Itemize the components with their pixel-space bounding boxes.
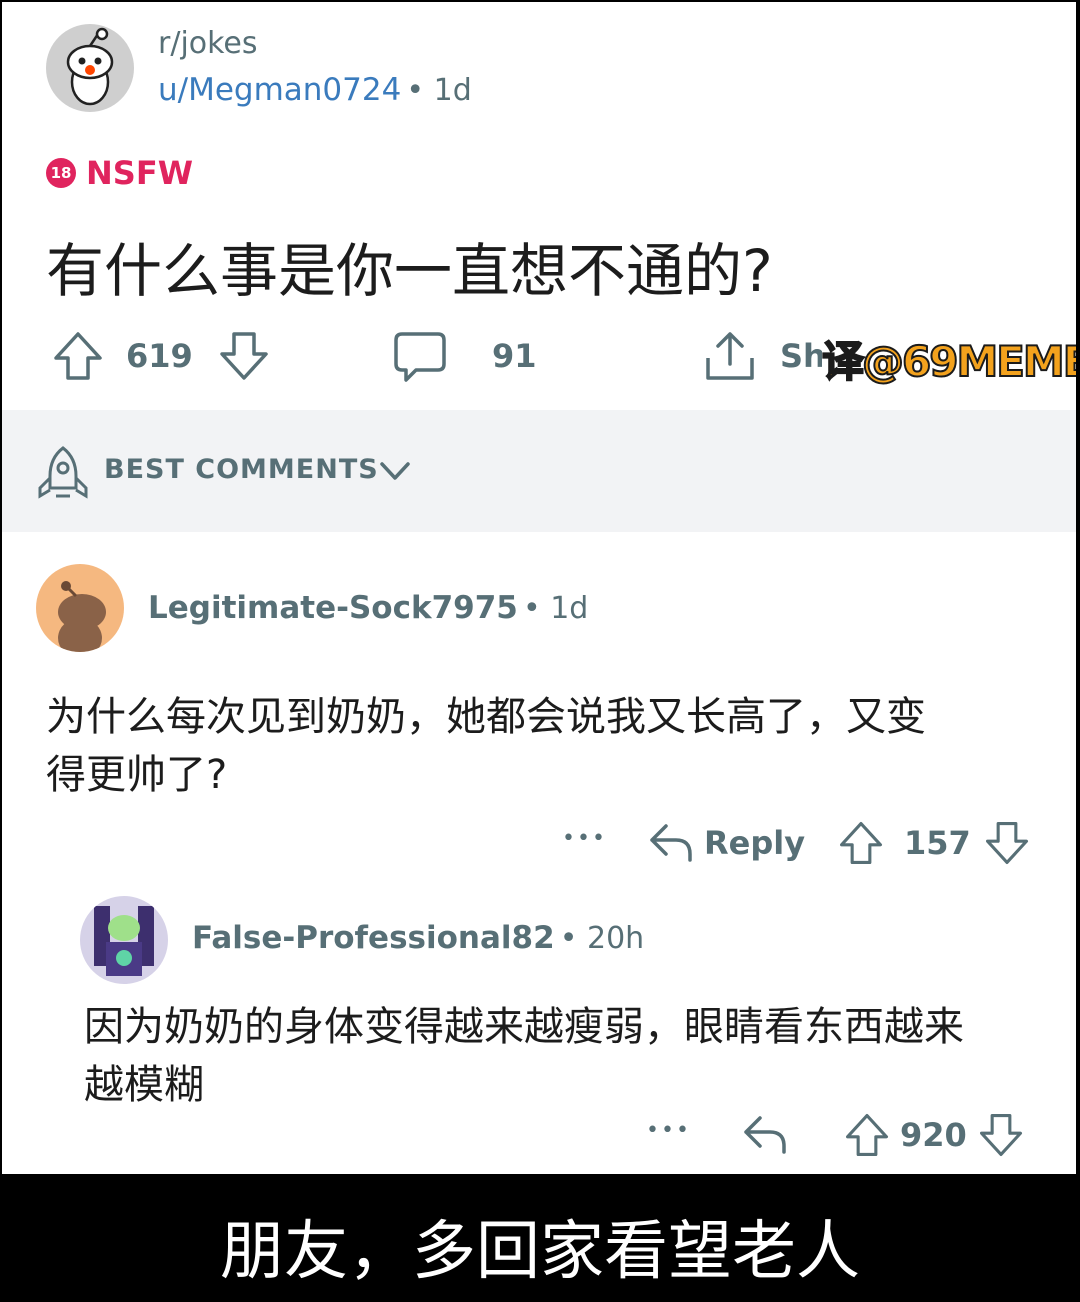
comment-age: 1d: [550, 591, 589, 626]
comment-body-line: 得更帅了?: [46, 752, 228, 798]
comment-author[interactable]: Legitimate-Sock7975: [148, 590, 518, 626]
comment-score: 920: [900, 1116, 967, 1154]
comment-byline: Legitimate-Sock7975 • 1d: [148, 590, 588, 626]
snoo-avatar-icon: [66, 27, 114, 106]
snoo-avatar-icon: [94, 906, 154, 976]
comment-body: 为什么每次见到奶奶，她都会说我又长高了，又变 得更帅了?: [46, 688, 926, 804]
post-age: 1d: [433, 73, 472, 108]
post-vote-count: 619: [126, 337, 193, 375]
rocket-icon: [38, 446, 88, 499]
nsfw-tag: 18 NSFW: [46, 154, 193, 192]
sort-bar[interactable]: BEST COMMENTS: [2, 410, 1076, 532]
comment-avatar[interactable]: [80, 896, 168, 984]
post-title[interactable]: 有什么事是你一直想不通的?: [46, 224, 773, 308]
post-byline: u/Megman0724 • 1d: [158, 72, 472, 108]
comment-author[interactable]: False-Professional82: [192, 920, 555, 956]
comment-bubble-icon[interactable]: [392, 328, 448, 384]
upvote-arrow-icon[interactable]: [838, 820, 884, 866]
meta-dot: •: [522, 591, 551, 626]
post-comment-count[interactable]: 91: [492, 337, 537, 375]
watermark-text: 译@69MEME: [821, 328, 1076, 392]
comment-score: 157: [904, 824, 971, 862]
snoo-avatar-icon: [58, 581, 106, 652]
reddit-post-card: r/jokes u/Megman0724 • 1d 18 NSFW 有什么事是你…: [2, 2, 1076, 1174]
post-author-link[interactable]: u/Megman0724: [158, 72, 401, 108]
reply-arrow-icon[interactable]: [742, 1112, 788, 1156]
meta-dot: •: [406, 73, 434, 108]
reply-arrow-icon[interactable]: [648, 820, 694, 864]
subreddit-avatar[interactable]: [46, 24, 134, 112]
upvote-arrow-icon[interactable]: [52, 330, 104, 382]
subreddit-name[interactable]: r/jokes: [158, 26, 258, 61]
comment-body: 因为奶奶的身体变得越来越瘦弱，眼睛看东西越来 越模糊: [84, 998, 964, 1114]
more-options-button[interactable]: •••: [646, 1118, 691, 1143]
comment-avatar[interactable]: [36, 564, 124, 652]
caption-bar: 朋友，多回家看望老人: [0, 1176, 1080, 1302]
downvote-arrow-icon[interactable]: [218, 330, 270, 382]
comment-body-line: 因为奶奶的身体变得越来越瘦弱，眼睛看东西越来: [84, 1004, 964, 1050]
reply-button[interactable]: Reply: [704, 824, 805, 862]
downvote-arrow-icon[interactable]: [984, 820, 1030, 866]
comment-body-line: 越模糊: [84, 1062, 204, 1108]
caption-text: 朋友，多回家看望老人: [220, 1215, 860, 1289]
comment-age: 20h: [586, 921, 645, 956]
comment-body-line: 为什么每次见到奶奶，她都会说我又长高了，又变: [46, 694, 926, 740]
meta-dot: •: [559, 921, 587, 956]
nsfw-badge-icon: 18: [46, 158, 76, 188]
share-icon[interactable]: [702, 328, 758, 384]
upvote-arrow-icon[interactable]: [844, 1112, 890, 1158]
comment-byline: False-Professional82 • 20h: [192, 920, 644, 956]
sort-label[interactable]: BEST COMMENTS: [104, 454, 379, 485]
downvote-arrow-icon[interactable]: [978, 1112, 1024, 1158]
more-options-button[interactable]: •••: [562, 826, 607, 851]
chevron-down-icon[interactable]: [378, 460, 412, 484]
nsfw-label: NSFW: [86, 154, 193, 192]
